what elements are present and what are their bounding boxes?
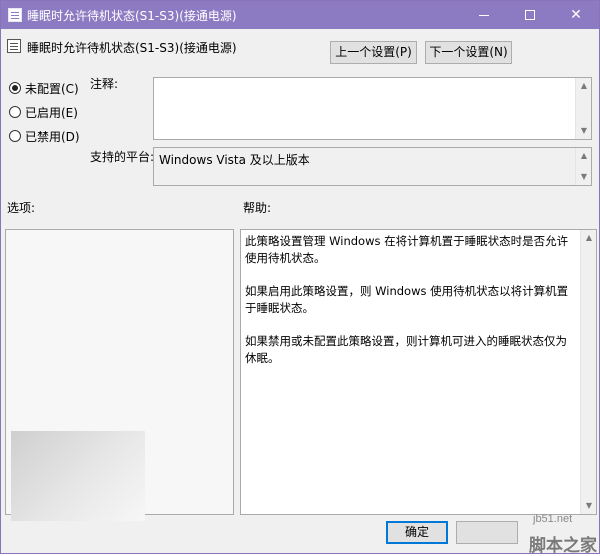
options-label: 选项: — [7, 201, 36, 215]
comment-label: 注释: — [90, 77, 119, 91]
help-paragraph: 如果启用此策略设置，则 Windows 使用待机状态以将计算机置于睡眠状态。 — [245, 284, 569, 315]
platform-field: Windows Vista 及以上版本 ▲ ▼ — [153, 147, 592, 186]
platform-label: 支持的平台: — [90, 150, 155, 164]
scroll-down-icon[interactable]: ▼ — [576, 169, 592, 185]
site-watermark: jb51.net 脚本之家 — [529, 513, 600, 556]
help-text: 此策略设置管理 Windows 在将计算机置于睡眠状态时是否允许使用待机状态。 … — [245, 233, 576, 383]
help-panel: 此策略设置管理 Windows 在将计算机置于睡眠状态时是否允许使用待机状态。 … — [240, 229, 597, 515]
setting-icon — [7, 39, 21, 53]
close-button[interactable]: ✕ — [553, 1, 599, 29]
watermark-brand: 脚本之家 — [529, 536, 597, 556]
minimize-button[interactable] — [461, 1, 507, 29]
radio-label: 未配置(C) — [25, 82, 79, 96]
blurred-region — [11, 431, 145, 521]
radio-button[interactable] — [9, 106, 21, 118]
scroll-up-icon[interactable]: ▲ — [576, 148, 592, 164]
next-setting-button[interactable]: 下一个设置(N) — [425, 41, 512, 64]
setting-title: 睡眠时允许待机状态(S1-S3)(接通电源) — [27, 41, 237, 55]
close-icon: ✕ — [570, 7, 582, 23]
platform-value: Windows Vista 及以上版本 — [159, 153, 310, 167]
help-paragraph: 此策略设置管理 Windows 在将计算机置于睡眠状态时是否允许使用待机状态。 — [245, 234, 569, 265]
window-title: 睡眠时允许待机状态(S1-S3)(接通电源) — [27, 9, 237, 23]
radio-button[interactable] — [9, 82, 21, 94]
radio-button[interactable] — [9, 130, 21, 142]
policy-setting-window: 睡眠时允许待机状态(S1-S3)(接通电源) ✕ 睡眠时允许待机状态(S1-S3… — [0, 0, 600, 556]
ok-button[interactable]: 确定 — [386, 521, 448, 544]
radio-label: 已启用(E) — [25, 106, 78, 120]
help-scrollbar[interactable]: ▲ ▼ — [580, 230, 596, 514]
scroll-up-icon[interactable]: ▲ — [576, 78, 592, 94]
cancel-button[interactable] — [456, 521, 518, 544]
help-label: 帮助: — [243, 201, 272, 215]
previous-setting-button[interactable]: 上一个设置(P) — [330, 41, 417, 64]
scroll-up-icon[interactable]: ▲ — [581, 230, 597, 246]
radio-label: 已禁用(D) — [25, 130, 80, 144]
policy-icon — [8, 8, 22, 22]
platform-scrollbar[interactable]: ▲ ▼ — [575, 148, 591, 185]
comment-textarea[interactable]: ▲ ▼ — [153, 77, 592, 140]
scroll-down-icon[interactable]: ▼ — [581, 498, 597, 514]
help-paragraph: 如果禁用或未配置此策略设置，则计算机可进入的睡眠状态仅为休眠。 — [245, 334, 567, 365]
minimize-icon — [479, 15, 489, 16]
watermark-site: jb51.net — [533, 513, 573, 525]
maximize-icon — [525, 10, 535, 20]
comment-scrollbar[interactable]: ▲ ▼ — [575, 78, 591, 139]
maximize-button[interactable] — [507, 1, 553, 29]
title-bar[interactable]: 睡眠时允许待机状态(S1-S3)(接通电源) ✕ — [1, 1, 599, 29]
scroll-down-icon[interactable]: ▼ — [576, 123, 592, 139]
